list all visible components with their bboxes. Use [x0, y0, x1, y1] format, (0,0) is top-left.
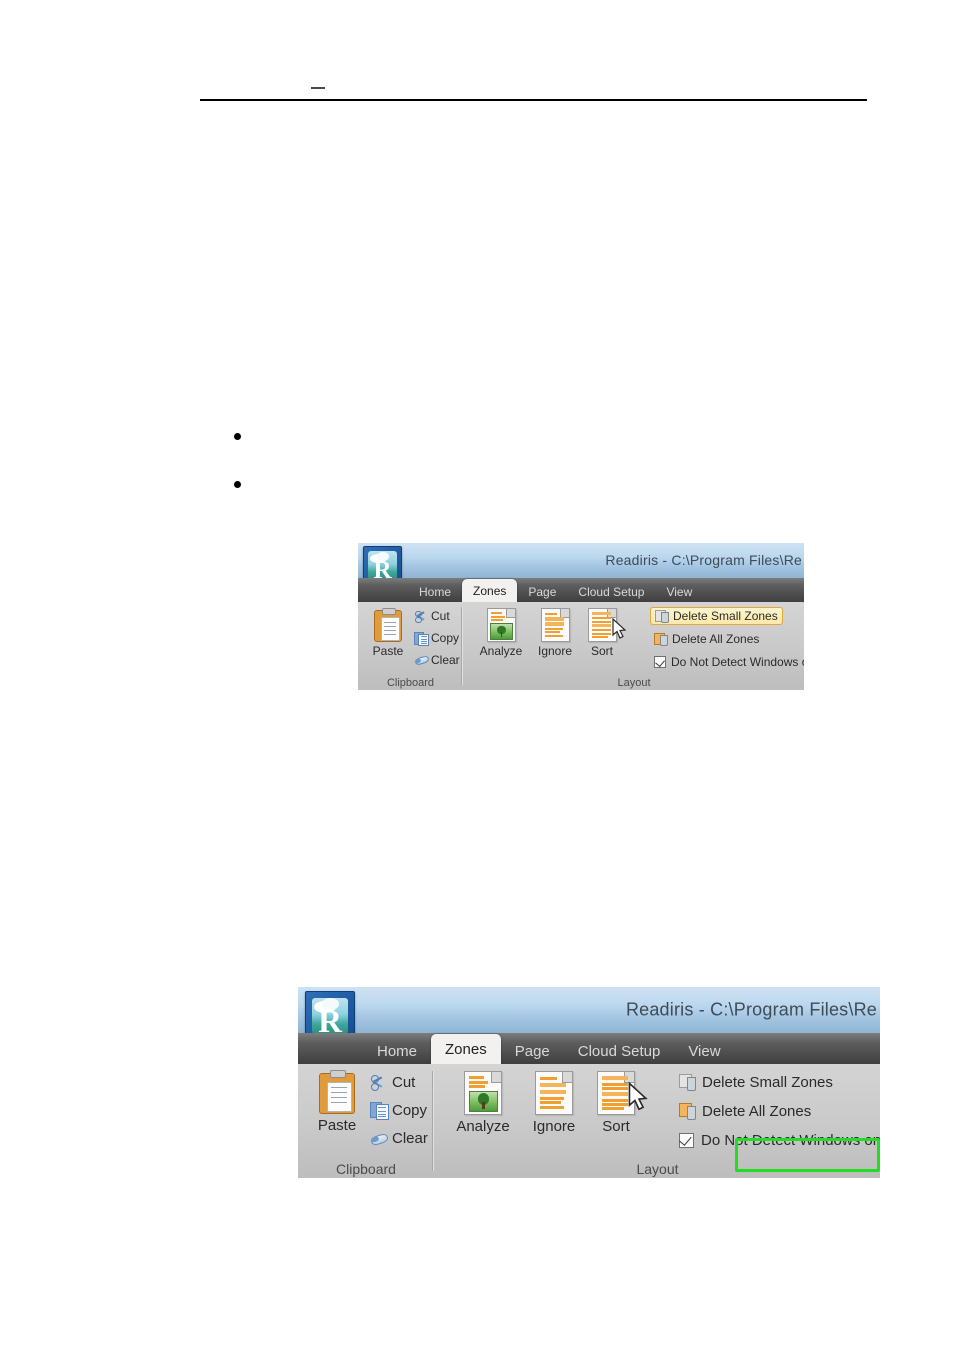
scissors-icon [370, 1073, 388, 1091]
analyze-button[interactable]: Analyze [445, 1071, 521, 1135]
title-bar: Readiris - C:\Program Files\Re [358, 543, 804, 578]
paste-button[interactable]: Paste [366, 607, 410, 658]
delete-all-zones-menuitem[interactable]: Delete All Zones [650, 630, 763, 648]
do-not-detect-windows-checkbox[interactable] [679, 1132, 694, 1148]
ribbon-group-clipboard: Paste Cut Copy Clear Clipboard [298, 1064, 434, 1178]
scissors-icon [414, 609, 428, 624]
figure-readiris-ribbon-large: Readiris - C:\Program Files\Re R Home Zo… [298, 987, 880, 1178]
ignore-button[interactable]: Ignore [519, 1071, 589, 1135]
cut-label: Cut [431, 609, 450, 623]
menuitem-label: Delete Small Zones [673, 609, 778, 623]
ribbon-tab-bar: Home Zones Page Cloud Setup View [358, 578, 804, 602]
tab-label: View [666, 585, 693, 599]
tab-page[interactable]: Page [501, 1038, 564, 1064]
tab-zones[interactable]: Zones [431, 1034, 501, 1064]
clear-label: Clear [431, 653, 460, 667]
tab-label: View [688, 1042, 721, 1060]
tab-label: Cloud Setup [578, 585, 645, 599]
group-label-layout: Layout [617, 677, 651, 689]
eraser-icon [414, 653, 430, 667]
tab-label: Page [528, 585, 557, 599]
ignore-label: Ignore [532, 1118, 576, 1135]
analyze-button[interactable]: Analyze [472, 608, 530, 658]
paste-label: Paste [372, 644, 404, 658]
do-not-detect-windows-checkbox-row[interactable]: Do Not Detect Windows on Borders [650, 653, 804, 671]
checkbox-label: Do Not Detect Windows on Borders [671, 655, 804, 669]
tab-label: Zones [473, 583, 507, 598]
ribbon-group-clipboard: Paste Cut Copy Clear Clipboard [358, 602, 463, 690]
copy-label: Copy [431, 631, 460, 645]
copy-button[interactable]: Copy [414, 631, 460, 647]
group-label-clipboard: Clipboard [336, 1161, 396, 1177]
delete-all-zones-menuitem[interactable]: Delete All Zones [675, 1100, 815, 1122]
tab-view[interactable]: View [655, 582, 703, 602]
tab-home[interactable]: Home [363, 1038, 431, 1064]
do-not-detect-windows-checkbox[interactable] [654, 656, 666, 668]
sort-label: Sort [590, 644, 613, 658]
ignore-label: Ignore [537, 644, 573, 658]
list-item-bullet [234, 433, 241, 440]
group-label-clipboard: Clipboard [386, 677, 435, 689]
copy-icon [414, 631, 430, 647]
clear-label: Clear [392, 1129, 428, 1147]
menuitem-label: Delete Small Zones [702, 1073, 833, 1091]
ignore-button[interactable]: Ignore [528, 608, 582, 658]
sort-label: Sort [602, 1118, 630, 1135]
delete-small-zones-menuitem[interactable]: Delete Small Zones [650, 607, 783, 625]
copy-button[interactable]: Copy [370, 1101, 428, 1121]
title-bar: Readiris - C:\Program Files\Re [298, 987, 880, 1033]
clear-button[interactable]: Clear [414, 653, 460, 667]
delete-small-zones-icon [655, 609, 670, 623]
delete-all-zones-icon [679, 1103, 697, 1120]
annotation-highlight-box [735, 1138, 880, 1172]
header-dash [311, 87, 325, 89]
menuitem-label: Delete All Zones [672, 632, 760, 646]
tab-label: Cloud Setup [577, 1042, 661, 1060]
list-item-bullet [234, 481, 241, 488]
delete-small-zones-menuitem[interactable]: Delete Small Zones [675, 1071, 837, 1093]
cut-button[interactable]: Cut [414, 609, 450, 624]
copy-icon [370, 1101, 389, 1121]
analyze-label: Analyze [456, 1118, 510, 1135]
window-title: Readiris - C:\Program Files\Re [625, 999, 877, 1020]
sort-button[interactable]: Sort [587, 1071, 645, 1135]
sort-button[interactable]: Sort [580, 608, 624, 658]
tab-cloud-setup[interactable]: Cloud Setup [567, 582, 655, 602]
copy-label: Copy [392, 1101, 428, 1119]
paste-button[interactable]: Paste [308, 1069, 366, 1134]
tab-label: Home [377, 1042, 418, 1060]
ribbon-body: Paste Cut Copy Clear Clipboard Analyze I… [358, 602, 804, 690]
figure-readiris-ribbon-small: Readiris - C:\Program Files\Re R Home Zo… [358, 543, 804, 690]
delete-all-zones-icon [654, 632, 669, 646]
window-title: Readiris - C:\Program Files\Re [605, 552, 802, 568]
tab-home[interactable]: Home [408, 582, 462, 602]
cut-button[interactable]: Cut [370, 1073, 415, 1091]
tab-page[interactable]: Page [517, 582, 567, 602]
ribbon-group-layout: Analyze Ignore Sort Delete Small Zones D… [464, 602, 804, 690]
analyze-label: Analyze [479, 644, 523, 658]
tab-view[interactable]: View [674, 1038, 734, 1064]
tab-label: Page [514, 1042, 550, 1060]
cut-label: Cut [392, 1073, 416, 1091]
paste-label: Paste [317, 1117, 357, 1134]
clear-button[interactable]: Clear [370, 1129, 428, 1147]
header-rule [200, 99, 867, 101]
eraser-icon [370, 1129, 390, 1147]
delete-small-zones-icon [679, 1074, 697, 1091]
tab-cloud-setup[interactable]: Cloud Setup [564, 1038, 675, 1064]
tab-zones[interactable]: Zones [462, 579, 518, 602]
menuitem-label: Delete All Zones [702, 1102, 812, 1120]
tab-label: Zones [445, 1040, 487, 1058]
tab-label: Home [419, 585, 452, 599]
ribbon-tab-bar: Home Zones Page Cloud Setup View [298, 1033, 880, 1064]
